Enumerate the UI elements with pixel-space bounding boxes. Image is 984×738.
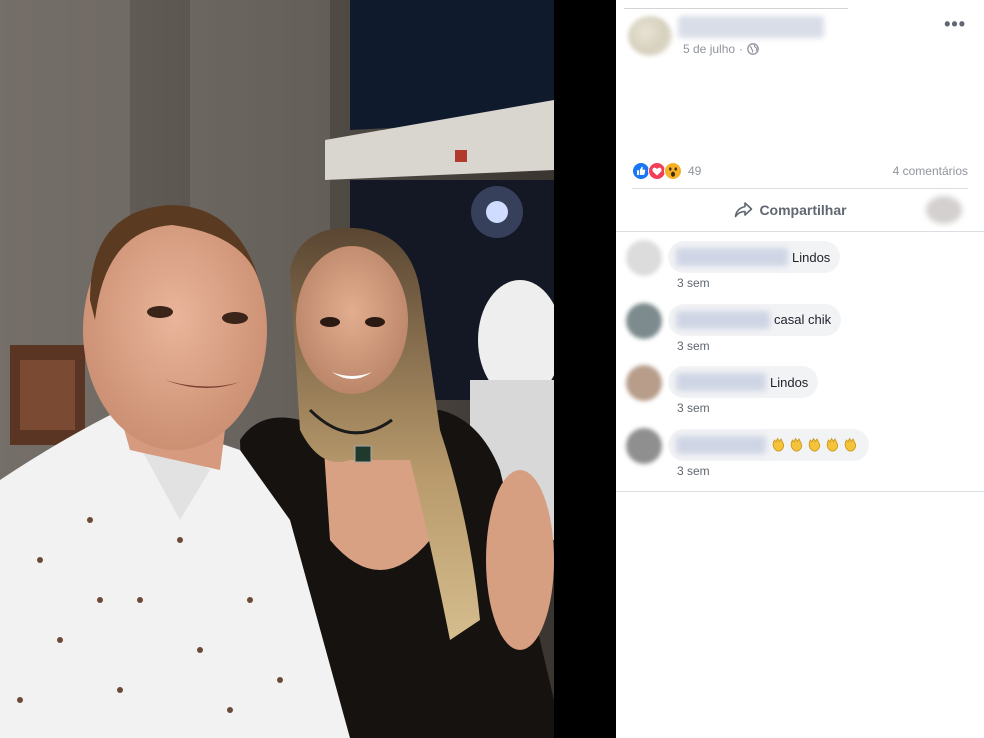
commenter-name-blurred[interactable]: [676, 435, 766, 454]
date-separator: ·: [739, 42, 744, 56]
commenter-name-blurred[interactable]: [676, 310, 770, 329]
more-options-button[interactable]: •••: [944, 15, 966, 33]
comment-item: Lindos 3 sem: [616, 361, 984, 424]
divider: [632, 188, 968, 189]
divider: [616, 231, 984, 232]
commenter-name-blurred[interactable]: [676, 248, 788, 266]
author-avatar[interactable]: [628, 16, 672, 56]
post-actions: Compartilhar: [616, 190, 984, 230]
author-name-blurred[interactable]: [678, 16, 824, 38]
commenter-avatar[interactable]: [626, 427, 662, 464]
clap-icon: [808, 437, 821, 452]
comment-text: Lindos: [792, 249, 831, 265]
comment-time[interactable]: 3 sem: [677, 276, 710, 290]
wow-icon: [664, 162, 682, 180]
clap-icon: [772, 437, 785, 452]
reaction-count[interactable]: 49: [688, 164, 701, 178]
share-icon: [735, 202, 753, 218]
clap-icon: [790, 437, 803, 452]
comment-time[interactable]: 3 sem: [677, 464, 710, 478]
post-header: 5 de julho · •••: [616, 0, 984, 60]
comment-time[interactable]: 3 sem: [677, 401, 710, 415]
divider: [616, 491, 984, 492]
comment-bubble: casal chik: [668, 303, 842, 336]
post-timestamp[interactable]: 5 de julho ·: [683, 42, 759, 56]
comment-text: Lindos: [770, 374, 809, 390]
comment-bubble: Lindos: [668, 241, 841, 273]
comment-item: Lindos 3 sem: [616, 236, 984, 299]
comment-bubble: [668, 428, 869, 461]
comments-count-link[interactable]: 4 comentários: [893, 164, 968, 178]
comments-list: Lindos 3 sem casal chik 3 sem Lindos 3 s…: [616, 236, 984, 486]
post-side-panel: 5 de julho · ••• 49 4 comentários Compar…: [616, 0, 984, 738]
globe-icon: [747, 43, 759, 55]
share-button[interactable]: Compartilhar: [733, 201, 847, 219]
photo-gutter: [554, 0, 616, 738]
commenter-name-blurred[interactable]: [676, 373, 766, 391]
commenter-avatar[interactable]: [626, 365, 662, 401]
post-photo[interactable]: [0, 0, 554, 738]
reactions-summary[interactable]: 49 4 comentários: [632, 160, 968, 182]
comment-time[interactable]: 3 sem: [677, 339, 710, 353]
commenter-avatar[interactable]: [626, 240, 662, 276]
viewer-avatar[interactable]: [926, 196, 962, 224]
selfie-photo-illustration: [0, 0, 554, 738]
clap-icon: [844, 437, 857, 452]
header-divider: [624, 8, 848, 9]
comment-item: 3 sem: [616, 424, 984, 487]
commenter-avatar[interactable]: [626, 302, 662, 339]
comment-emoji-row: [770, 436, 859, 453]
comment-item: casal chik 3 sem: [616, 299, 984, 362]
comment-bubble: Lindos: [668, 366, 819, 398]
clap-icon: [826, 437, 839, 452]
comment-text: casal chik: [774, 312, 832, 327]
reaction-icons[interactable]: [632, 162, 682, 180]
share-label: Compartilhar: [759, 202, 847, 218]
post-date-text: 5 de julho: [683, 42, 736, 56]
